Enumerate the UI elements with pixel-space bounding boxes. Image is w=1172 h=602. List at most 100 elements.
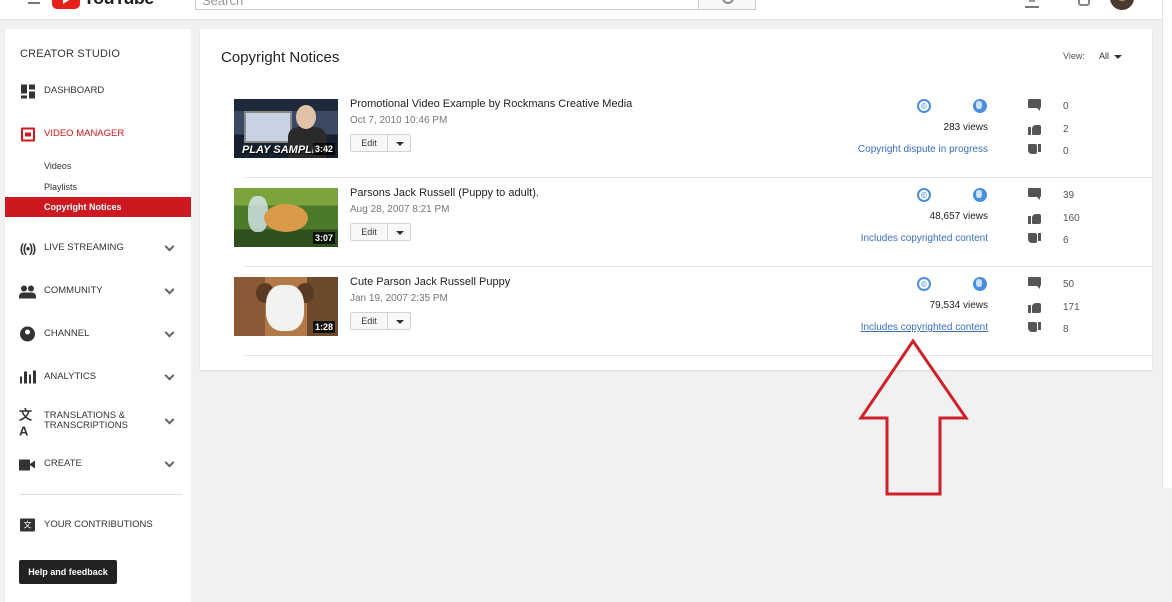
public-globe-icon[interactable] (973, 188, 987, 202)
chevron-down-icon[interactable] (164, 370, 175, 381)
edit-dropdown-icon[interactable] (388, 135, 410, 151)
copyright-notices-panel: Copyright Notices View: All PLAY SAMPLE … (200, 29, 1152, 370)
copyright-icon[interactable]: © (917, 277, 931, 291)
sidebar-item-video-manager[interactable]: VIDEO MANAGER (5, 119, 191, 149)
sidebar-item-label: DASHBOARD (44, 85, 105, 96)
upload-icon[interactable] (1025, 0, 1039, 8)
notifications-bell-icon[interactable] (1078, 0, 1090, 6)
edit-dropdown-icon[interactable] (388, 224, 410, 240)
sidebar-item-channel[interactable]: CHANNEL (5, 319, 191, 349)
copyright-status-link[interactable]: Includes copyrighted content (861, 233, 988, 244)
video-date: Aug 28, 2007 8:21 PM (350, 204, 450, 215)
analytics-icon (19, 369, 36, 386)
thumbs-up-icon (1028, 122, 1042, 136)
like-count: 171 (1063, 302, 1080, 313)
view-count: 79,534 views (929, 300, 988, 311)
sidebar-item-create[interactable]: CREATE (5, 449, 191, 479)
sidebar-item-label: CHANNEL (44, 328, 90, 339)
sidebar-subitem-videos[interactable]: Videos (44, 161, 71, 171)
dislike-count: 8 (1063, 324, 1069, 335)
sidebar-subitem-copyright-notices[interactable]: Copyright Notices (5, 197, 191, 217)
edit-label[interactable]: Edit (351, 224, 388, 240)
chevron-down-icon[interactable] (164, 327, 175, 338)
account-avatar[interactable] (1110, 0, 1134, 10)
search-button[interactable] (698, 0, 756, 10)
chevron-down-icon[interactable] (164, 284, 175, 295)
video-title[interactable]: Promotional Video Example by Rockmans Cr… (350, 98, 632, 110)
video-thumbnail[interactable]: 3:07 (234, 188, 338, 247)
copyright-icon[interactable]: © (917, 188, 931, 202)
comment-icon (1028, 188, 1042, 202)
video-row: 1:28 Cute Parson Jack Russell Puppy Jan … (233, 267, 1152, 356)
translate-icon: 文A (19, 407, 33, 438)
video-thumbnail[interactable]: 1:28 (234, 277, 338, 336)
sidebar-item-community[interactable]: COMMUNITY (5, 276, 191, 306)
chevron-down-icon[interactable] (164, 457, 175, 468)
comment-icon (1028, 99, 1042, 113)
sidebar-item-label: VIDEO MANAGER (44, 128, 125, 139)
video-duration: 3:42 (312, 143, 335, 155)
annotation-arrow-icon (858, 338, 969, 496)
video-manager-icon (19, 126, 36, 143)
video-thumbnail[interactable]: PLAY SAMPLE V 3:42 (234, 99, 338, 158)
video-duration: 1:28 (312, 321, 335, 333)
edit-label[interactable]: Edit (351, 313, 388, 329)
video-row: 3:07 Parsons Jack Russell (Puppy to adul… (233, 178, 1152, 267)
help-and-feedback-button[interactable]: Help and feedback (19, 560, 117, 584)
video-date: Oct 7, 2010 10:46 PM (350, 115, 448, 126)
sidebar-item-analytics[interactable]: ANALYTICS (5, 362, 191, 392)
like-count: 160 (1063, 213, 1080, 224)
sidebar-item-translations[interactable]: 文A TRANSLATIONS & TRANSCRIPTIONS (5, 406, 191, 438)
edit-label[interactable]: Edit (351, 135, 388, 151)
thumbs-down-icon (1028, 233, 1042, 247)
search-input[interactable]: Search (195, 0, 699, 10)
sidebar-item-live-streaming[interactable]: ((•)) LIVE STREAMING (5, 233, 191, 263)
copyright-status-link[interactable]: Copyright dispute in progress (858, 144, 988, 155)
like-count: 2 (1063, 124, 1069, 135)
video-title[interactable]: Parsons Jack Russell (Puppy to adult). (350, 187, 539, 199)
row-divider (245, 355, 1152, 356)
dashboard-icon (19, 83, 36, 100)
contributions-icon: 文 (19, 517, 36, 534)
thumbs-up-icon (1028, 300, 1042, 314)
community-icon (19, 283, 36, 300)
top-bar: YouTube Search (0, 0, 1172, 20)
sidebar-item-label: YOUR CONTRIBUTIONS (44, 519, 153, 530)
youtube-play-icon (52, 0, 80, 9)
menu-icon[interactable] (28, 0, 40, 4)
thumbs-down-icon (1028, 322, 1042, 336)
sidebar-item-label: ANALYTICS (44, 371, 97, 382)
caret-down-icon[interactable] (1114, 55, 1122, 59)
scrollbar[interactable] (1162, 0, 1172, 488)
chevron-down-icon[interactable] (164, 414, 175, 425)
public-globe-icon[interactable] (973, 277, 987, 291)
youtube-logo[interactable]: YouTube (52, 0, 154, 9)
view-filter-select[interactable]: All (1099, 51, 1109, 61)
video-title[interactable]: Cute Parson Jack Russell Puppy (350, 276, 510, 288)
copyright-status-link[interactable]: Includes copyrighted content (861, 322, 988, 333)
edit-dropdown-icon[interactable] (388, 313, 410, 329)
sidebar-subitem-label: Copyright Notices (44, 202, 122, 212)
sidebar-item-your-contributions[interactable]: 文 YOUR CONTRIBUTIONS (5, 510, 191, 540)
video-row: PLAY SAMPLE V 3:42 Promotional Video Exa… (233, 89, 1152, 178)
chevron-down-icon[interactable] (164, 241, 175, 252)
copyright-icon[interactable]: © (917, 99, 931, 113)
sidebar-subitem-playlists[interactable]: Playlists (44, 182, 77, 192)
video-duration: 3:07 (312, 232, 335, 244)
edit-button[interactable]: Edit (350, 134, 411, 152)
public-globe-icon[interactable] (973, 99, 987, 113)
view-count: 48,657 views (929, 211, 988, 222)
video-date: Jan 19, 2007 2:35 PM (350, 293, 448, 304)
sidebar-item-label: LIVE STREAMING (44, 242, 124, 253)
dislike-count: 0 (1063, 146, 1069, 157)
edit-button[interactable]: Edit (350, 312, 411, 330)
sidebar-divider (20, 494, 182, 495)
sidebar-item-label: COMMUNITY (44, 285, 103, 296)
sidebar-item-dashboard[interactable]: DASHBOARD (5, 76, 191, 106)
sidebar-item-label: TRANSLATIONS & TRANSCRIPTIONS (44, 411, 128, 431)
view-count: 283 views (943, 122, 988, 133)
view-filter-label: View: (1063, 51, 1085, 61)
thumbs-up-icon (1028, 211, 1042, 225)
edit-button[interactable]: Edit (350, 223, 411, 241)
sidebar: CREATOR STUDIO DASHBOARD VIDEO MANAGER V… (5, 29, 191, 602)
